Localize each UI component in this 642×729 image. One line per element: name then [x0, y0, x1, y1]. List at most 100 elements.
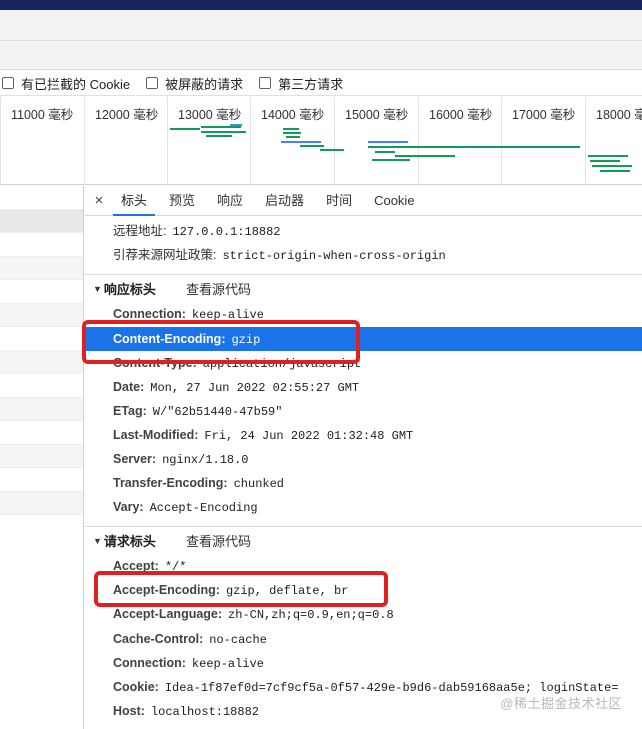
response-headers-section[interactable]: ▼ 响应标头 查看源代码 — [85, 274, 642, 302]
header-key: 远程地址: — [113, 224, 167, 238]
tab-timing[interactable]: 时间 — [318, 186, 360, 216]
tick-label: 17000 毫秒 — [512, 108, 576, 122]
tab-headers[interactable]: 标头 — [113, 186, 156, 216]
list-item[interactable] — [0, 280, 83, 304]
list-item[interactable] — [0, 350, 83, 374]
response-header-row: ETag: W/"62b51440-47b59" — [113, 399, 282, 423]
waterfall-bar — [375, 151, 395, 153]
filter-bar: 有已拦截的 Cookie 被屏蔽的请求 第三方请求 — [0, 71, 642, 96]
filter-blocked-cookies[interactable]: 有已拦截的 Cookie — [0, 74, 130, 93]
request-details-panel: × 标头 预览 响应 启动器 时间 Cookie 远程地址: 127.0.0.1:… — [85, 186, 642, 729]
waterfall-bar — [283, 132, 301, 134]
window-top-strip — [0, 0, 642, 10]
header-key: ETag: — [113, 404, 147, 418]
timeline-tick: 11000 毫秒 — [0, 97, 73, 185]
list-item[interactable] — [0, 303, 83, 327]
waterfall-bar — [320, 149, 344, 151]
tick-label: 11000 毫秒 — [11, 108, 74, 122]
request-header-row: Cache-Control: no-cache — [113, 627, 267, 651]
list-item[interactable] — [0, 444, 83, 468]
list-item[interactable] — [0, 468, 83, 492]
header-value: no-cache — [209, 633, 267, 647]
header-value: 127.0.0.1:18882 — [172, 225, 281, 239]
watermark: @稀土掘金技术社区 — [500, 696, 622, 711]
header-value: keep-alive — [191, 657, 264, 671]
tick-label: 15000 毫秒 — [345, 108, 409, 122]
header-value: zh-CN,zh;q=0.9,en;q=0.8 — [228, 608, 394, 622]
tick-label: 13000 毫秒 — [178, 108, 242, 122]
tab-initiator[interactable]: 启动器 — [257, 186, 312, 216]
list-item[interactable] — [0, 209, 83, 233]
general-row: 引荐来源网址政策: strict-origin-when-cross-origin — [113, 243, 446, 267]
triangle-down-icon[interactable]: ▼ — [93, 284, 102, 294]
tab-preview[interactable]: 预览 — [161, 186, 203, 216]
waterfall-bar — [286, 136, 300, 138]
header-key: Cache-Control: — [113, 632, 204, 646]
filter-third-party[interactable]: 第三方请求 — [259, 74, 343, 93]
triangle-down-icon[interactable]: ▼ — [93, 536, 102, 546]
header-key: Connection: — [113, 656, 186, 670]
list-item[interactable] — [0, 233, 83, 257]
header-key: Transfer-Encoding: — [113, 476, 228, 490]
filter-blocked-requests[interactable]: 被屏蔽的请求 — [146, 74, 243, 93]
waterfall-bar — [300, 145, 324, 147]
waterfall-bar — [230, 124, 242, 126]
timeline-tick: 15000 毫秒 — [334, 97, 408, 185]
waterfall-bar — [592, 165, 632, 167]
header-value: nginx/1.18.0 — [162, 453, 249, 467]
waterfall-bar — [368, 141, 408, 143]
header-key: 引荐来源网址政策: — [113, 248, 217, 262]
tick-label: 18000 毫秒 — [596, 108, 642, 122]
waterfall-bar — [283, 128, 299, 130]
checkbox-icon[interactable] — [2, 77, 14, 89]
filter-label: 第三方请求 — [278, 76, 344, 92]
tab-response[interactable]: 响应 — [209, 186, 251, 216]
network-waterfall-overview[interactable]: 11000 毫秒 12000 毫秒 13000 毫秒 14000 毫秒 1500… — [0, 97, 642, 185]
response-header-row: Vary: Accept-Encoding — [113, 495, 258, 519]
tab-cookies[interactable]: Cookie — [366, 186, 422, 216]
list-item[interactable] — [0, 374, 83, 398]
close-icon[interactable]: × — [85, 192, 113, 209]
section-title: 响应标头 — [103, 282, 156, 297]
waterfall-bar — [201, 131, 246, 133]
timeline-tick: 17000 毫秒 — [501, 97, 575, 185]
annotation-highlight-box — [94, 571, 388, 607]
header-value: W/"62b51440-47b59" — [152, 405, 283, 419]
timeline-tick: 12000 毫秒 — [84, 97, 158, 185]
response-header-row: Last-Modified: Fri, 24 Jun 2022 01:32:48 … — [113, 423, 413, 447]
tick-label: 12000 毫秒 — [95, 108, 159, 122]
list-item[interactable] — [0, 491, 83, 515]
request-headers-section[interactable]: ▼ 请求标头 查看源代码 — [85, 526, 642, 554]
details-tabbar: × 标头 预览 响应 启动器 时间 Cookie — [85, 186, 642, 216]
list-item[interactable] — [0, 421, 83, 445]
view-source-link[interactable]: 查看源代码 — [186, 531, 251, 550]
waterfall-bar — [590, 160, 620, 162]
checkbox-icon[interactable] — [259, 77, 272, 89]
list-item[interactable] — [0, 186, 83, 210]
header-key: Vary: — [113, 500, 144, 514]
list-item[interactable] — [0, 397, 83, 421]
request-list[interactable] — [0, 186, 84, 729]
checkbox-icon[interactable] — [146, 77, 159, 89]
list-item[interactable] — [0, 327, 83, 351]
tick-label: 14000 毫秒 — [261, 108, 325, 122]
tick-label: 16000 毫秒 — [429, 108, 493, 122]
filter-label: 被屏蔽的请求 — [165, 76, 244, 92]
response-header-row: Server: nginx/1.18.0 — [113, 447, 249, 471]
request-header-row: Connection: keep-alive — [113, 651, 264, 675]
header-value: chunked — [233, 477, 285, 491]
waterfall-bar — [395, 155, 455, 157]
header-key: Cookie: — [113, 680, 159, 694]
waterfall-bar — [600, 170, 630, 172]
waterfall-bar — [368, 146, 580, 148]
response-header-row: Transfer-Encoding: chunked — [113, 471, 284, 495]
header-value: localhost:18882 — [150, 705, 259, 719]
devtools-toolbar — [0, 10, 642, 70]
list-item[interactable] — [0, 256, 83, 280]
general-row: 远程地址: 127.0.0.1:18882 — [113, 219, 281, 243]
header-key: Connection: — [113, 307, 186, 321]
header-key: Accept-Language: — [113, 607, 223, 621]
view-source-link[interactable]: 查看源代码 — [186, 279, 251, 298]
request-header-row: Host: localhost:18882 — [113, 699, 259, 723]
timeline-tick: 14000 毫秒 — [250, 97, 324, 185]
